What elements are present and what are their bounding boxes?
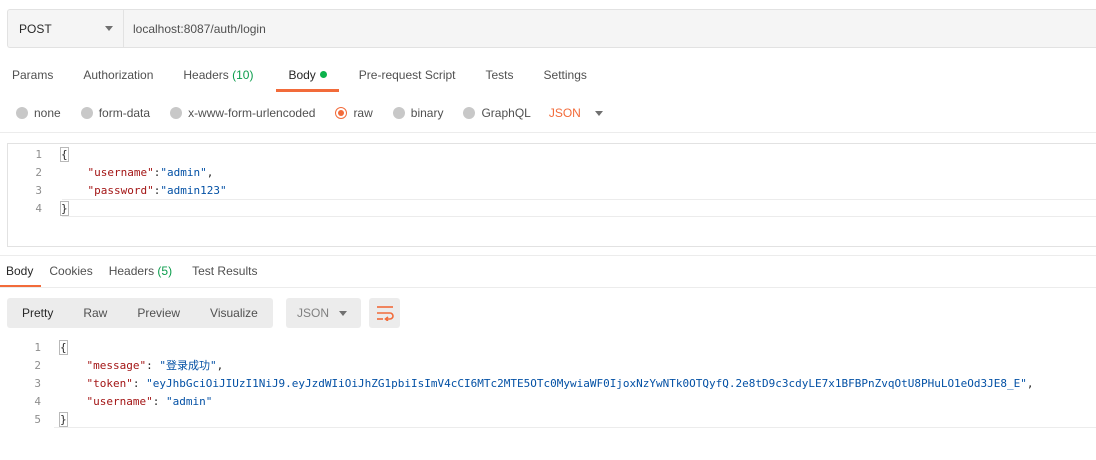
code-line: 4 "username": "admin" [34, 394, 213, 408]
radio-icon [16, 107, 28, 119]
wrap-lines-icon [376, 306, 394, 321]
body-format-select[interactable]: JSON [549, 106, 603, 120]
chevron-down-icon [105, 26, 113, 31]
code-line: 3 "token": "eyJhbGciOiJIUzI1NiJ9.eyJzdWI… [34, 376, 1034, 390]
body-type-options: none form-data x-www-form-urlencoded raw… [16, 104, 603, 122]
radio-graphql[interactable]: GraphQL [463, 106, 531, 120]
chevron-down-icon [594, 110, 603, 116]
code-line: 3 "password":"admin123" [35, 183, 227, 197]
body-modified-dot-icon [319, 71, 327, 78]
response-tab-headers[interactable]: Headers (5) [109, 262, 172, 288]
chevron-down-icon [339, 310, 347, 316]
response-format-label: JSON [297, 306, 330, 320]
tab-authorization[interactable]: Authorization [83, 62, 153, 92]
request-tabs: Params Authorization Headers (10) Body P… [0, 62, 587, 92]
response-format-select[interactable]: JSON [286, 298, 361, 328]
radio-raw[interactable]: raw [335, 106, 373, 120]
response-tab-cookies[interactable]: Cookies [49, 262, 92, 288]
radio-urlencoded[interactable]: x-www-form-urlencoded [170, 106, 315, 120]
tab-settings[interactable]: Settings [544, 62, 587, 92]
radio-checked-icon [335, 107, 348, 119]
request-body-editor[interactable]: 1{ 2 "username":"admin", 3 "password":"a… [7, 143, 1096, 247]
code-line: 4} [35, 200, 69, 216]
url-bar: POST localhost:8087/auth/login [7, 9, 1096, 48]
divider [54, 427, 1096, 428]
view-visualize-button[interactable]: Visualize [195, 298, 273, 328]
code-line: 1{ [34, 339, 68, 355]
url-input[interactable]: localhost:8087/auth/login [124, 10, 266, 47]
radio-form-data[interactable]: form-data [80, 106, 150, 120]
tab-tests[interactable]: Tests [486, 62, 514, 92]
code-line: 2 "message": "登录成功", [34, 358, 224, 373]
radio-icon [463, 107, 476, 119]
response-tabs: Body Cookies Headers (5) Test Results [0, 262, 273, 288]
response-tab-test-results[interactable]: Test Results [192, 262, 257, 288]
view-preview-button[interactable]: Preview [122, 298, 195, 328]
headers-count: (10) [232, 68, 254, 82]
wrap-lines-button[interactable] [369, 298, 400, 328]
tab-pre-request-script[interactable]: Pre-request Script [359, 62, 456, 92]
tab-body[interactable]: Body [276, 62, 340, 92]
response-headers-count: (5) [157, 264, 173, 278]
divider [0, 255, 1096, 256]
code-line: 1{ [35, 146, 69, 162]
code-line: 5} [34, 411, 68, 427]
radio-icon [80, 107, 93, 119]
tab-params[interactable]: Params [12, 62, 53, 92]
tab-headers[interactable]: Headers (10) [183, 62, 253, 92]
response-view-group: Pretty Raw Preview Visualize [7, 298, 273, 328]
method-label: POST [19, 21, 52, 36]
radio-icon [170, 107, 183, 119]
response-body-viewer: 1{ 2 "message": "登录成功", 3 "token": "eyJh… [7, 338, 1096, 428]
view-raw-button[interactable]: Raw [68, 298, 122, 328]
view-pretty-button[interactable]: Pretty [7, 298, 68, 328]
code-line: 2 "username":"admin", [35, 165, 214, 179]
method-select[interactable]: POST [8, 10, 124, 47]
current-line-highlight [62, 199, 1096, 217]
radio-icon [392, 107, 405, 119]
radio-none[interactable]: none [16, 106, 61, 120]
radio-binary[interactable]: binary [392, 106, 443, 120]
response-tab-body[interactable]: Body [0, 262, 42, 288]
divider [0, 132, 1096, 133]
divider [0, 287, 1096, 288]
